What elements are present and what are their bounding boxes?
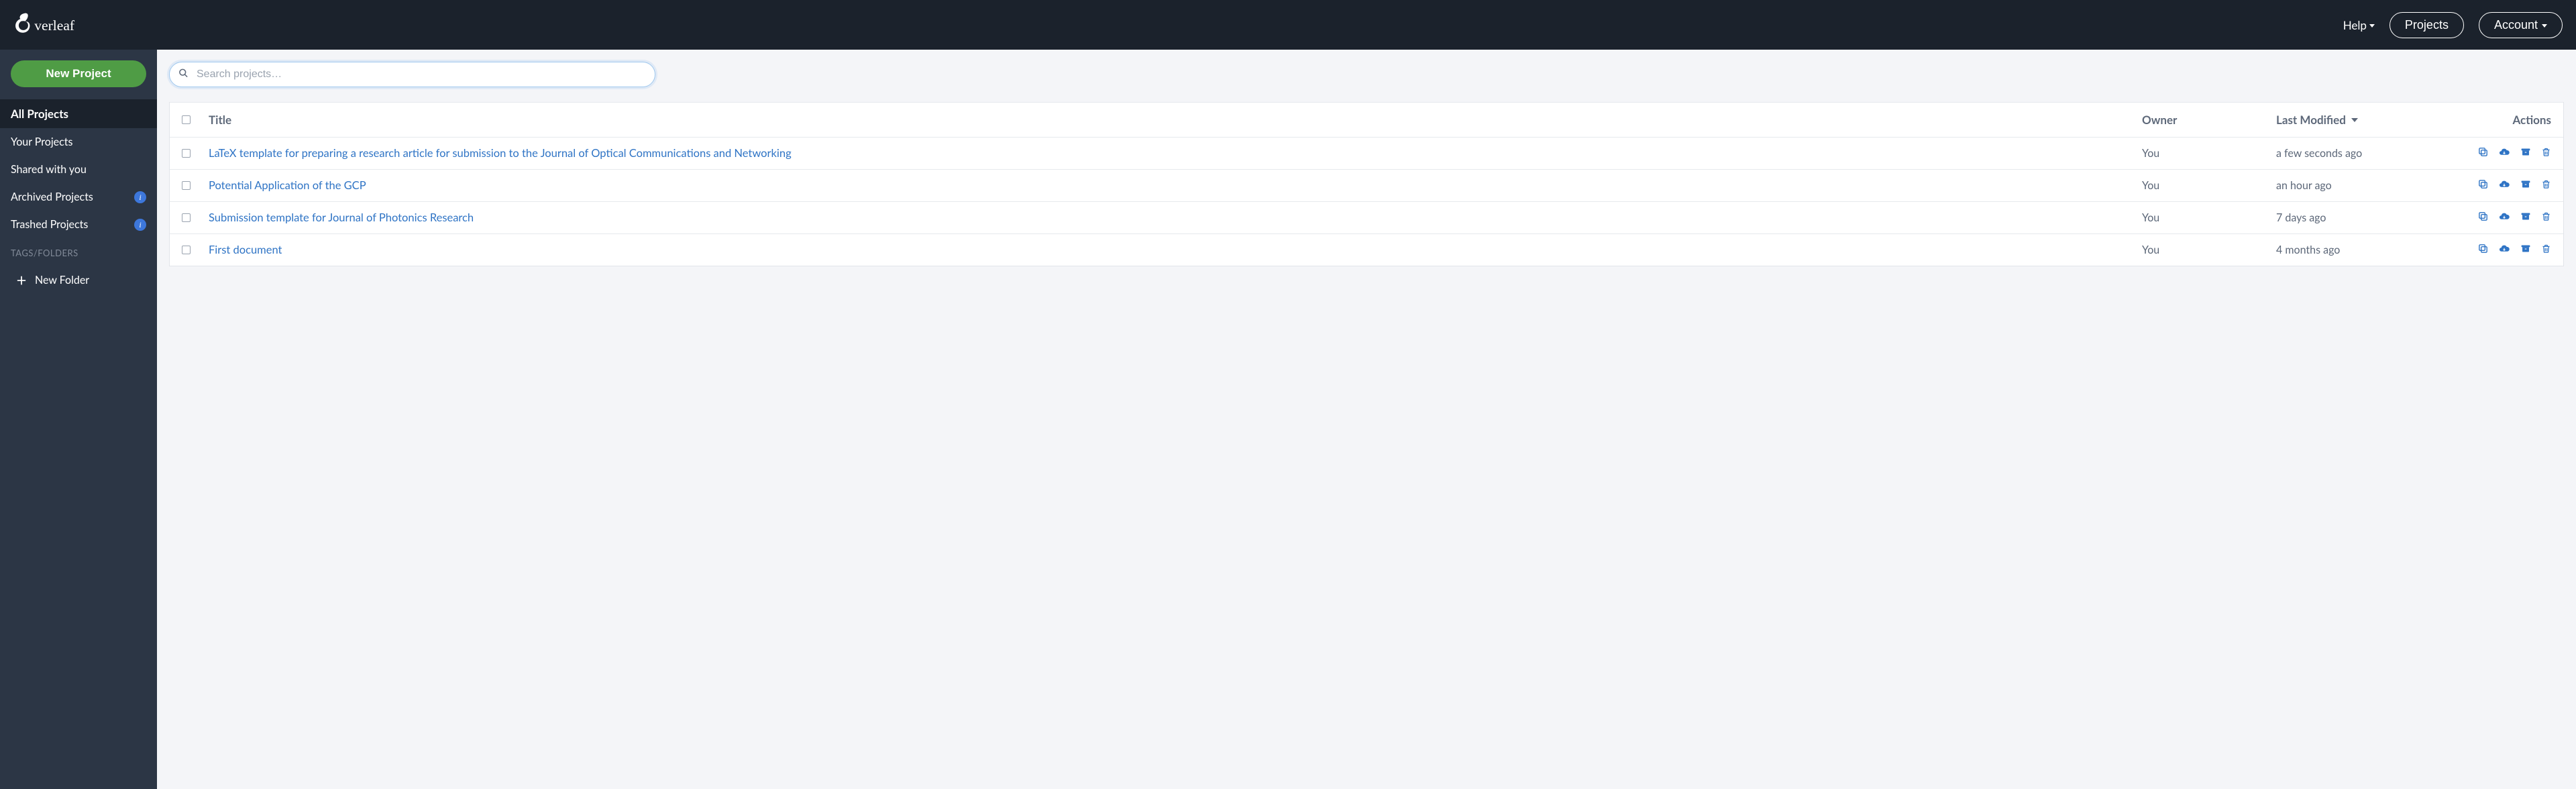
projects-label: Projects bbox=[2405, 18, 2449, 32]
info-icon: i bbox=[134, 191, 146, 203]
row-checkbox[interactable] bbox=[182, 213, 191, 222]
project-owner: You bbox=[2142, 244, 2276, 256]
new-folder-label: New Folder bbox=[35, 274, 89, 286]
overleaf-logo[interactable]: verleaf bbox=[13, 0, 121, 50]
trash-icon[interactable] bbox=[2541, 178, 2551, 193]
tags-folders-label: TAGS/FOLDERS bbox=[0, 238, 157, 265]
sidebar-item-trashed-projects[interactable]: Trashed Projects i bbox=[0, 211, 157, 238]
last-modified-label: Last Modified bbox=[2276, 113, 2346, 127]
table-header: Title Owner Last Modified Actions bbox=[170, 102, 2563, 137]
project-title-link[interactable]: First document bbox=[209, 243, 282, 256]
project-modified: 4 months ago bbox=[2276, 244, 2451, 256]
caret-down-icon bbox=[2542, 24, 2547, 28]
help-label: Help bbox=[2343, 18, 2367, 32]
project-owner: You bbox=[2142, 211, 2276, 224]
trash-icon[interactable] bbox=[2541, 211, 2551, 225]
project-title-link[interactable]: LaTeX template for preparing a research … bbox=[209, 146, 792, 160]
project-title-link[interactable]: Potential Application of the GCP bbox=[209, 178, 366, 192]
trash-icon[interactable] bbox=[2541, 243, 2551, 257]
sidebar-item-label: All Projects bbox=[11, 107, 68, 121]
account-menu[interactable]: Account bbox=[2479, 12, 2563, 38]
search-icon bbox=[178, 68, 189, 81]
sidebar-item-all-projects[interactable]: All Projects bbox=[0, 99, 157, 128]
project-modified: a few seconds ago bbox=[2276, 147, 2451, 160]
account-label: Account bbox=[2494, 18, 2538, 32]
sidebar-item-label: Your Projects bbox=[11, 136, 72, 148]
info-icon: i bbox=[134, 219, 146, 231]
column-header-owner[interactable]: Owner bbox=[2142, 113, 2276, 127]
new-folder-button[interactable]: ＋ New Folder bbox=[0, 265, 157, 295]
sidebar: New Project All Projects Your Projects S… bbox=[0, 50, 157, 789]
copy-icon[interactable] bbox=[2477, 178, 2489, 193]
help-menu[interactable]: Help bbox=[2343, 18, 2375, 32]
sidebar-item-your-projects[interactable]: Your Projects bbox=[0, 128, 157, 156]
project-modified: an hour ago bbox=[2276, 179, 2451, 192]
sidebar-item-label: Trashed Projects bbox=[11, 218, 88, 231]
cloud-download-icon[interactable] bbox=[2498, 211, 2510, 225]
table-row: First document You 4 months ago bbox=[170, 233, 2563, 266]
sidebar-item-shared-with-you[interactable]: Shared with you bbox=[0, 156, 157, 183]
project-owner: You bbox=[2142, 147, 2276, 160]
archive-icon[interactable] bbox=[2520, 243, 2532, 257]
projects-button[interactable]: Projects bbox=[2390, 12, 2464, 38]
cloud-download-icon[interactable] bbox=[2498, 146, 2510, 160]
table-row: LaTeX template for preparing a research … bbox=[170, 137, 2563, 169]
column-header-actions: Actions bbox=[2451, 113, 2551, 127]
select-all-checkbox[interactable] bbox=[182, 115, 191, 124]
archive-icon[interactable] bbox=[2520, 146, 2532, 160]
cloud-download-icon[interactable] bbox=[2498, 178, 2510, 193]
row-checkbox[interactable] bbox=[182, 246, 191, 254]
new-project-button[interactable]: New Project bbox=[11, 60, 146, 87]
row-checkbox[interactable] bbox=[182, 149, 191, 158]
search-input[interactable] bbox=[169, 62, 655, 87]
sidebar-item-archived-projects[interactable]: Archived Projects i bbox=[0, 183, 157, 211]
sidebar-item-label: Shared with you bbox=[11, 163, 87, 176]
trash-icon[interactable] bbox=[2541, 146, 2551, 160]
svg-text:verleaf: verleaf bbox=[34, 17, 75, 34]
row-checkbox[interactable] bbox=[182, 181, 191, 190]
column-header-last-modified[interactable]: Last Modified bbox=[2276, 113, 2451, 127]
column-header-title[interactable]: Title bbox=[209, 113, 2142, 127]
cloud-download-icon[interactable] bbox=[2498, 243, 2510, 257]
copy-icon[interactable] bbox=[2477, 211, 2489, 225]
content-area: Title Owner Last Modified Actions LaTeX … bbox=[157, 50, 2576, 789]
sort-desc-icon bbox=[2351, 118, 2358, 122]
table-row: Potential Application of the GCP You an … bbox=[170, 169, 2563, 201]
archive-icon[interactable] bbox=[2520, 178, 2532, 193]
search-projects bbox=[169, 62, 655, 87]
caret-down-icon bbox=[2369, 24, 2375, 28]
table-row: Submission template for Journal of Photo… bbox=[170, 201, 2563, 233]
copy-icon[interactable] bbox=[2477, 243, 2489, 257]
sidebar-item-label: Archived Projects bbox=[11, 191, 93, 203]
archive-icon[interactable] bbox=[2520, 211, 2532, 225]
project-modified: 7 days ago bbox=[2276, 211, 2451, 224]
project-title-link[interactable]: Submission template for Journal of Photo… bbox=[209, 211, 474, 224]
project-owner: You bbox=[2142, 179, 2276, 192]
topbar: verleaf Help Projects Account bbox=[0, 0, 2576, 50]
plus-icon: ＋ bbox=[16, 272, 25, 288]
project-table: Title Owner Last Modified Actions LaTeX … bbox=[169, 102, 2564, 266]
copy-icon[interactable] bbox=[2477, 146, 2489, 160]
